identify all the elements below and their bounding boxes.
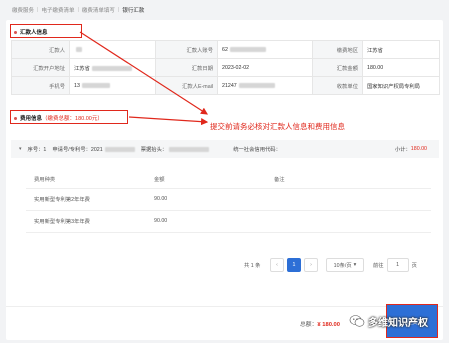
fee-note <box>266 210 431 233</box>
table-header-row: 费用种类 金额 备注 <box>26 170 431 189</box>
fee-amount: 90.00 <box>146 188 266 211</box>
table-row: 汇款人 汇款人账号 62 缴费地区 江苏省 <box>11 40 440 59</box>
remitter-info-table: 汇款人 汇款人账号 62 缴费地区 江苏省 汇款开户地址 江苏省 汇款日期 20… <box>11 40 440 95</box>
breadcrumb-separator: | <box>77 7 79 13</box>
account-label: 汇款人账号 <box>155 40 218 59</box>
remitter-highlight-box <box>10 24 82 38</box>
pagination-total: 共 1 条 <box>244 263 261 269</box>
footer-divider <box>6 306 443 307</box>
col-header-amount: 金额 <box>146 170 266 189</box>
remit-date-value: 2023-02-02 <box>217 58 313 77</box>
region-label: 缴费地区 <box>312 40 363 59</box>
payee-label: 收款单位 <box>312 76 363 95</box>
region-value: 江苏省 <box>362 40 440 59</box>
table-row: 手机号 13 汇款人E-mail 21247 收款单位 国家知识产权局专利局 <box>11 76 440 95</box>
item-subtotal-label: 小计： <box>394 147 411 153</box>
phone-label: 手机号 <box>11 76 70 95</box>
annotation-text: 提交前请务必核对汇款人信息和费用信息 <box>210 122 345 131</box>
address-label: 汇款开户地址 <box>11 58 70 77</box>
goto-page-input[interactable]: 1 <box>386 258 409 272</box>
breadcrumb: 缴费服务 | 电子缴费清单 | 缴费清单填写 | 银行汇款 <box>12 5 144 15</box>
redacted-text <box>104 146 135 152</box>
redacted-text <box>238 82 275 88</box>
goto-page: 前往 1 页 <box>373 258 417 272</box>
payee-value: 国家知识产权局专利局 <box>362 76 440 95</box>
chevron-down-icon: ▾ <box>353 262 357 268</box>
next-page-button[interactable]: › <box>304 258 318 272</box>
remit-date-label: 汇款日期 <box>155 58 218 77</box>
fee-kind: 实用新型专利第3年年费 <box>26 210 146 233</box>
table-row: 实用新型专利第2年年费 90.00 <box>26 188 431 211</box>
item-app-no: 申请号/专利号：2021 <box>52 147 103 153</box>
remitter-name-label: 汇款人 <box>11 40 70 59</box>
breadcrumb-item-electronic-list[interactable]: 电子缴费清单 <box>41 6 74 14</box>
breadcrumb-separator: | <box>37 7 39 13</box>
remit-amount-label: 汇款金额 <box>312 58 363 77</box>
remit-amount-value: 180.00 <box>362 58 440 77</box>
fee-note <box>266 188 431 211</box>
page-1-button[interactable]: 1 <box>287 258 301 272</box>
fee-kind: 实用新型专利第2年年费 <box>26 188 146 211</box>
breadcrumb-separator: | <box>117 7 120 13</box>
breadcrumb-item-bank-remit: 银行汇款 <box>122 8 145 14</box>
email-label: 汇款人E-mail <box>155 76 218 95</box>
table-row: 实用新型专利第3年年费 90.00 <box>26 210 431 233</box>
fee-item-bar[interactable]: ▾ 序号：1 申请号/专利号：2021 票据抬头： 统一社会信用代码： 小计： … <box>11 140 439 158</box>
redacted-text <box>91 65 132 71</box>
breadcrumb-item-list-fill[interactable]: 缴费清单填写 <box>82 6 115 14</box>
fee-highlight-box <box>10 110 128 124</box>
goto-unit: 页 <box>411 263 417 269</box>
page-size-select[interactable]: 10条/页 ▾ <box>326 258 364 272</box>
address-value: 江苏省 <box>69 58 156 77</box>
col-header-kind: 费用种类 <box>26 170 146 189</box>
collapse-caret-icon[interactable]: ▾ <box>19 146 22 152</box>
total-value: ¥ 180.00 <box>317 322 340 328</box>
redacted-text <box>76 46 82 52</box>
redacted-text <box>169 146 210 152</box>
table-row: 汇款开户地址 江苏省 汇款日期 2023-02-02 汇款金额 180.00 <box>11 58 440 77</box>
redacted-text <box>81 82 110 88</box>
email-value: 21247 <box>217 76 313 95</box>
total-amount: 总额：¥ 180.00 <box>300 322 340 328</box>
col-header-note: 备注 <box>266 170 431 189</box>
page-size-value: 10条/页 <box>333 263 352 269</box>
goto-label: 前往 <box>373 263 384 269</box>
item-seq: 序号：1 <box>27 147 47 153</box>
wechat-icon <box>349 315 365 327</box>
item-credit-code-label: 统一社会信用代码： <box>233 147 281 153</box>
phone-value: 13 <box>69 76 156 95</box>
watermark: 多维知识产权 <box>349 313 428 329</box>
pagination-pager: ‹ 1 › <box>270 258 318 272</box>
item-subtotal-value: 180.00 <box>410 146 427 152</box>
prev-page-button[interactable]: ‹ <box>270 258 284 272</box>
fee-amount: 90.00 <box>146 210 266 233</box>
account-value: 62 <box>217 40 313 59</box>
redacted-text <box>229 46 266 52</box>
breadcrumb-item-fee-service[interactable]: 缴费服务 <box>12 6 34 14</box>
remitter-name-value <box>69 40 156 59</box>
item-payer-label: 票据抬头： <box>140 147 168 153</box>
fee-table: 费用种类 金额 备注 实用新型专利第2年年费 90.00 实用新型专利第3年年费… <box>26 170 431 233</box>
